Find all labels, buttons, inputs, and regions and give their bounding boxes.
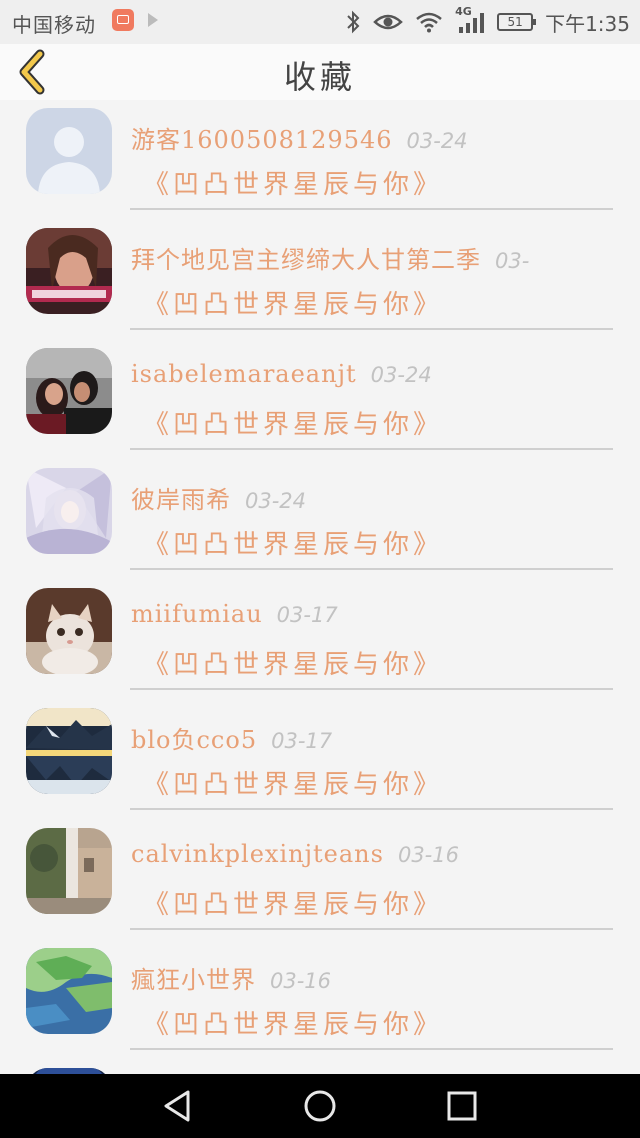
item-header: 彼岸雨希 03-24 [131,480,306,515]
divider [130,328,613,330]
user-name[interactable]: 游客1600508129546 [131,126,393,154]
item-title[interactable]: 《凹凸世界星辰与你》 [143,764,443,801]
battery-icon: 51 [497,13,537,31]
user-avatar[interactable] [26,828,112,914]
item-date: 03-24 [245,489,307,513]
user-avatar[interactable] [26,948,112,1034]
user-name[interactable]: miifumiau [131,600,263,628]
list-item[interactable]: 彼岸雨希 03-24 《凹凸世界星辰与你》 [0,460,640,580]
navigation-bar [0,1074,640,1138]
list-item[interactable] [0,1060,640,1074]
user-avatar[interactable] [26,468,112,554]
list-item[interactable]: 瘋狂小世界 03-16 《凹凸世界星辰与你》 [0,940,640,1060]
item-title[interactable]: 《凹凸世界星辰与你》 [143,524,443,561]
bluetooth-icon [347,10,360,34]
user-avatar[interactable] [26,348,112,434]
item-date: 03- [495,249,530,273]
signal-icon: 4G [455,5,485,35]
user-name[interactable]: isabelemaraeanjt [131,360,357,388]
item-header: blo负cco5 03-17 [131,720,332,755]
favorites-list[interactable]: 游客1600508129546 03-24 《凹凸世界星辰与你》 拜个地见宫主缪缔… [0,100,640,1074]
divider [130,808,613,810]
item-date: 03-16 [397,843,459,867]
item-title[interactable]: 《凹凸世界星辰与你》 [143,884,443,921]
carrier-name: 中国移动 [12,13,96,37]
item-date: 03-16 [270,969,332,993]
user-avatar[interactable] [26,708,112,794]
divider [130,1048,613,1050]
status-bar: 中国移动 4G 51 下午1:35 [0,0,640,44]
user-avatar[interactable] [26,228,112,314]
user-name[interactable]: 彼岸雨希 [131,486,231,514]
divider [130,688,613,690]
divider [130,928,613,930]
item-header: 瘋狂小世界 03-16 [131,960,331,995]
item-header: 拜个地见宫主缪缔大人甘第二季 03- [131,240,529,275]
play-notification-icon [148,13,158,27]
item-title[interactable]: 《凹凸世界星辰与你》 [143,1004,443,1041]
divider [130,448,613,450]
list-item[interactable]: miifumiau 03-17 《凹凸世界星辰与你》 [0,580,640,700]
divider [130,568,613,570]
item-header: miifumiau 03-17 [131,600,338,628]
eye-icon [373,14,403,30]
home-nav-icon[interactable] [302,1088,338,1124]
back-nav-icon[interactable] [160,1088,196,1124]
item-date: 03-17 [271,729,333,753]
wifi-icon [416,12,442,33]
mail-notification-icon [112,9,134,31]
title-bar: 收藏 [0,44,640,100]
item-title[interactable]: 《凹凸世界星辰与你》 [143,644,443,681]
item-header: 游客1600508129546 03-24 [131,120,468,155]
clock: 下午1:35 [545,11,630,36]
list-item[interactable]: isabelemaraeanjt 03-24 《凹凸世界星辰与你》 [0,340,640,460]
item-title[interactable]: 《凹凸世界星辰与你》 [143,404,443,441]
item-header: calvinkplexinjteans 03-16 [131,840,459,868]
item-header: isabelemaraeanjt 03-24 [131,360,432,388]
item-date: 03-17 [276,603,338,627]
page-title: 收藏 [283,58,356,96]
user-name[interactable]: 拜个地见宫主缪缔大人甘第二季 [131,246,481,274]
item-date: 03-24 [370,363,432,387]
user-avatar[interactable] [26,588,112,674]
status-icons: 4G 51 下午1:35 [345,5,630,38]
user-name[interactable]: 瘋狂小世界 [131,966,256,994]
user-name[interactable]: calvinkplexinjteans [131,840,384,868]
recents-nav-icon[interactable] [444,1088,480,1124]
list-item[interactable]: 拜个地见宫主缪缔大人甘第二季 03- 《凹凸世界星辰与你》 [0,220,640,340]
item-title[interactable]: 《凹凸世界星辰与你》 [143,164,443,201]
list-item[interactable]: calvinkplexinjteans 03-16 《凹凸世界星辰与你》 [0,820,640,940]
divider [130,208,613,210]
item-date: 03-24 [406,129,468,153]
default-avatar-icon[interactable] [26,108,112,194]
list-item[interactable]: 游客1600508129546 03-24 《凹凸世界星辰与你》 [0,100,640,220]
list-item[interactable]: blo负cco5 03-17 《凹凸世界星辰与你》 [0,700,640,820]
user-name[interactable]: blo负cco5 [131,726,257,754]
item-title[interactable]: 《凹凸世界星辰与你》 [143,284,443,321]
